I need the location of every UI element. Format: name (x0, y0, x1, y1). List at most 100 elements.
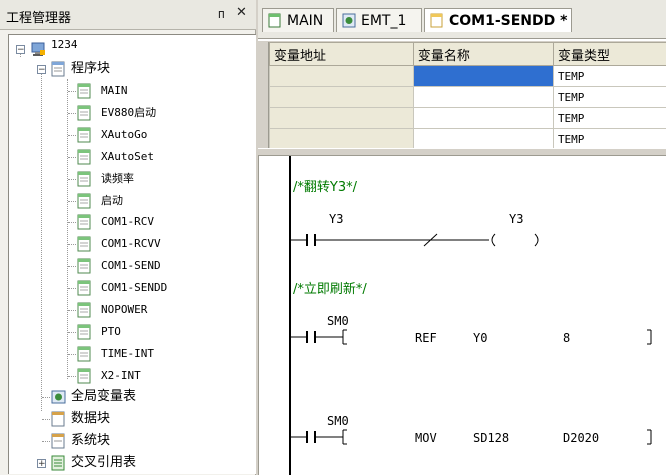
column-header-type[interactable]: 变量类型 (552, 42, 666, 66)
contact-operand[interactable]: Y3 (329, 212, 343, 226)
cell-type[interactable]: TEMP (552, 86, 666, 108)
program-icon (268, 13, 281, 28)
tree-label-program: MAIN (101, 84, 128, 97)
tree-item-program[interactable]: NOPOWER (9, 300, 249, 320)
program-icon (77, 171, 91, 187)
table-row[interactable]: TEMP (269, 128, 666, 148)
table-row[interactable]: TEMP (269, 86, 666, 108)
tree-item-program[interactable]: 启动 (9, 191, 249, 211)
ladder-editor[interactable]: /*翻转Y3*/ Y3 Y3 /*立即刷新*/ SM0 REF Y0 8 SM0… (258, 156, 666, 475)
tree-item-program[interactable]: XAutoGo (9, 125, 249, 145)
tree-label-program: XAutoSet (101, 149, 154, 163)
tree-label-program: PTO (101, 324, 121, 338)
tab-underline (258, 38, 666, 41)
program-icon (77, 368, 91, 384)
program-icon (77, 127, 91, 143)
tree-label-program: XAutoGo (101, 127, 148, 141)
instruction-operand[interactable]: D2020 (563, 431, 599, 445)
project-manager-panel: 工程管理器 ᴨ ✕ − 1234 − 程序块 MAIN EV880启动 XAut… (0, 0, 256, 475)
collapse-icon[interactable]: − (37, 65, 46, 75)
cell-type[interactable]: TEMP (552, 65, 666, 87)
tree-item-global-vars[interactable]: 全局变量表 (9, 387, 249, 407)
close-icon[interactable]: ✕ (236, 5, 247, 20)
contact-operand[interactable]: SM0 (327, 414, 349, 428)
contact-operand[interactable]: SM0 (327, 314, 349, 328)
tree-label-program: TIME-INT (101, 346, 154, 360)
expand-icon[interactable]: + (37, 459, 46, 469)
table-row[interactable]: TEMP (269, 107, 666, 129)
program-icon (77, 324, 91, 340)
tree-item-program[interactable]: 读频率 (9, 169, 249, 189)
tree-label-global-vars: 全局变量表 (71, 389, 137, 404)
instruction-operand[interactable]: SD128 (473, 431, 509, 445)
program-icon (77, 83, 91, 99)
tree-item-program[interactable]: COM1-SENDD (9, 278, 249, 298)
tree-label-program-block: 程序块 (71, 61, 111, 76)
instruction-name[interactable]: MOV (415, 431, 437, 445)
tab-emt-1[interactable]: EMT_1 (336, 8, 422, 32)
tree-label-program: X2-INT (101, 368, 141, 382)
tree-item-program[interactable]: XAutoSet (9, 147, 249, 167)
program-icon (77, 105, 91, 121)
tree-item-program[interactable]: TIME-INT (9, 344, 249, 364)
tree-label-program: NOPOWER (101, 303, 148, 316)
collapse-icon[interactable]: − (16, 45, 25, 55)
tree-item-program[interactable]: MAIN (9, 81, 249, 101)
panel-title: 工程管理器 (6, 11, 72, 26)
cell-address[interactable] (269, 128, 414, 148)
tree-item-program[interactable]: EV880启动 (9, 103, 249, 123)
tree-label-program: COM1-SENDD (101, 281, 168, 295)
tree-item-program[interactable]: COM1-SEND (9, 256, 249, 276)
cell-type[interactable]: TEMP (552, 107, 666, 129)
tree-item-system-block[interactable]: 系统块 (9, 431, 249, 451)
cell-address[interactable] (269, 107, 414, 129)
folder-icon (51, 61, 65, 77)
pin-icon[interactable]: ᴨ (218, 7, 225, 21)
cell-name[interactable] (412, 128, 554, 148)
tree-label-program: 启动 (101, 193, 123, 207)
program-icon (77, 280, 91, 296)
system-block-icon (51, 433, 65, 449)
cell-name[interactable] (412, 65, 554, 87)
tab-main[interactable]: MAIN (262, 8, 334, 32)
project-tree: − 1234 − 程序块 MAIN EV880启动 XAutoGo XAutoSet 读… (8, 34, 256, 474)
coil-operand[interactable]: Y3 (509, 212, 523, 226)
tab-label: EMT_1 (361, 13, 407, 29)
cell-name[interactable] (412, 107, 554, 129)
cell-type[interactable]: TEMP (552, 128, 666, 148)
ladder-graphics (291, 233, 652, 445)
program-icon (77, 346, 91, 362)
instruction-operand[interactable]: Y0 (473, 331, 487, 345)
cell-name[interactable] (412, 86, 554, 108)
rung-comment[interactable]: /*翻转Y3*/ (293, 176, 357, 195)
tree-item-program[interactable]: X2-INT (9, 366, 249, 386)
tree-item-cross-ref[interactable]: + 交叉引用表 (9, 453, 249, 473)
column-header-address[interactable]: 变量地址 (269, 42, 414, 66)
module-icon (342, 13, 356, 28)
tree-item-program[interactable]: PTO (9, 322, 249, 342)
tree-item-project[interactable]: − 1234 (9, 38, 249, 59)
program-icon (430, 13, 443, 28)
tree-item-program[interactable]: COM1-RCV (9, 212, 249, 232)
global-vars-icon (51, 390, 66, 404)
column-header-name[interactable]: 变量名称 (412, 42, 554, 66)
tree-label-program: 读频率 (101, 171, 134, 185)
instruction-operand[interactable]: 8 (563, 331, 570, 345)
cell-address[interactable] (269, 86, 414, 108)
program-icon (77, 302, 91, 318)
tree-item-program[interactable]: COM1-RCVV (9, 234, 249, 254)
program-icon (77, 236, 91, 252)
rung-comment[interactable]: /*立即刷新*/ (293, 278, 367, 297)
tree-label-program: COM1-SEND (101, 259, 161, 273)
tree-item-data-block[interactable]: 数据块 (9, 409, 249, 429)
tab-com1-sendd[interactable]: COM1-SENDD * (424, 8, 572, 32)
table-row[interactable]: TEMP (269, 65, 666, 87)
cell-address[interactable] (269, 65, 414, 87)
program-icon (77, 258, 91, 274)
program-icon (77, 149, 91, 165)
tree-label-project: 1234 (51, 38, 78, 51)
tree-label-program: COM1-RCVV (101, 237, 161, 251)
splitter[interactable] (258, 148, 666, 156)
tree-item-program-block[interactable]: − 程序块 (9, 59, 249, 79)
instruction-name[interactable]: REF (415, 331, 437, 345)
